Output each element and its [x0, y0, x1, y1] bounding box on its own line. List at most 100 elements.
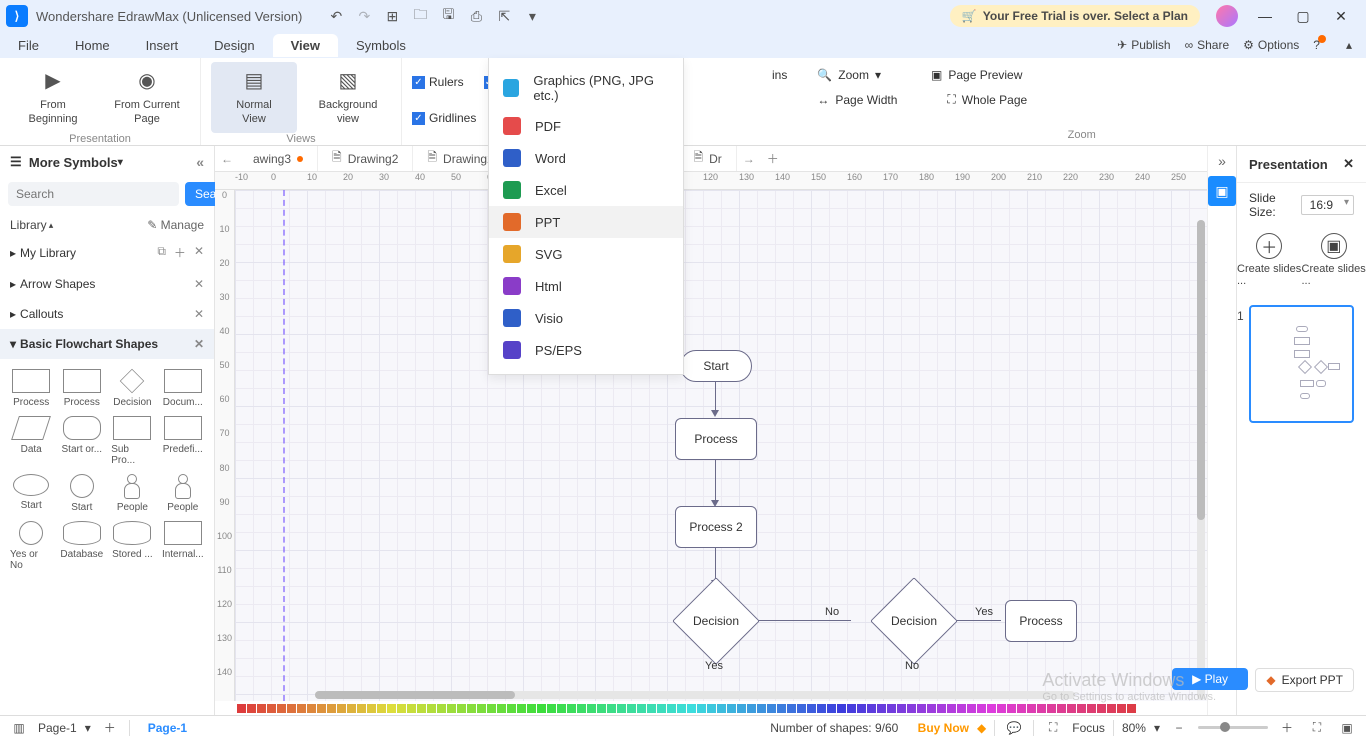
page-margins-fragment[interactable]: ins [772, 68, 787, 82]
color-swatch[interactable] [337, 704, 346, 713]
add-page-icon[interactable]: ＋ [99, 719, 121, 736]
shape-process[interactable]: Process [8, 367, 54, 410]
share-link[interactable]: ∞ Share [1185, 38, 1230, 52]
help-link[interactable]: ? [1313, 38, 1332, 52]
color-swatch[interactable] [1097, 704, 1106, 713]
fc-process-right[interactable]: Process [1005, 600, 1077, 642]
rp-close-icon[interactable]: ✕ [1343, 156, 1354, 172]
color-swatch[interactable] [827, 704, 836, 713]
page-width-btn[interactable]: ↔ Page Width [807, 90, 907, 109]
color-swatch[interactable] [757, 704, 766, 713]
zoom-in-icon[interactable]: ＋ [1276, 719, 1298, 736]
color-swatch[interactable] [317, 704, 326, 713]
tab-scroll-right[interactable]: → [737, 152, 761, 166]
color-swatch[interactable] [297, 704, 306, 713]
color-swatch[interactable] [417, 704, 426, 713]
color-swatch[interactable] [787, 704, 796, 713]
color-swatch[interactable] [677, 704, 686, 713]
color-swatch[interactable] [947, 704, 956, 713]
shape-start[interactable]: Start [58, 472, 105, 515]
color-swatch[interactable] [877, 704, 886, 713]
color-swatch[interactable] [817, 704, 826, 713]
export-item-svg[interactable]: SVG [489, 238, 683, 270]
canvas[interactable]: Start Process Process 2 Decision No Deci… [235, 190, 1207, 701]
shape-sub-pro-[interactable]: Sub Pro... [109, 414, 155, 468]
tab-file[interactable]: File [0, 34, 57, 57]
zoom-btn[interactable]: 🔍 Zoom▾ [807, 66, 891, 84]
undo-icon[interactable]: ↶ [322, 2, 350, 30]
color-swatch[interactable] [1037, 704, 1046, 713]
color-swatch[interactable] [547, 704, 556, 713]
color-swatch[interactable] [937, 704, 946, 713]
color-swatch[interactable] [1047, 704, 1056, 713]
cat-arrow-shapes[interactable]: ▸ Arrow Shapes✕ [0, 269, 214, 299]
right-tab-presentation[interactable]: ▣ [1208, 176, 1236, 206]
color-swatch[interactable] [627, 704, 636, 713]
fullscreen-icon[interactable]: ▣ [1336, 721, 1358, 735]
color-swatch[interactable] [287, 704, 296, 713]
color-swatch[interactable] [987, 704, 996, 713]
doc-tab[interactable]: awing3 [239, 146, 318, 171]
page-nav-icon[interactable]: ▥ [8, 721, 30, 735]
color-swatch[interactable] [1057, 704, 1066, 713]
color-swatch[interactable] [377, 704, 386, 713]
save-icon[interactable]: 🖫 [434, 2, 462, 30]
zoom-label[interactable]: 80% [1122, 721, 1146, 735]
export-item-visio[interactable]: Visio [489, 302, 683, 334]
shape-start-or-[interactable]: Start or... [58, 414, 105, 468]
color-swatch[interactable] [867, 704, 876, 713]
color-swatch[interactable] [647, 704, 656, 713]
trial-banner[interactable]: 🛒 Your Free Trial is over. Select a Plan [950, 5, 1200, 27]
publish-link[interactable]: ✈ Publish [1117, 38, 1170, 52]
open-icon[interactable]: 🗀 [406, 2, 434, 30]
export-item-ps-eps[interactable]: PS/EPS [489, 334, 683, 366]
color-swatch[interactable] [1067, 704, 1076, 713]
shape-docum-[interactable]: Docum... [160, 367, 206, 410]
color-swatch[interactable] [1007, 704, 1016, 713]
color-swatch[interactable] [1127, 704, 1136, 713]
color-swatch[interactable] [517, 704, 526, 713]
minimize-btn[interactable]: — [1246, 2, 1284, 30]
color-swatch[interactable] [327, 704, 336, 713]
color-swatch[interactable] [437, 704, 446, 713]
shape-stored-[interactable]: Stored ... [109, 519, 155, 573]
tab-scroll-left[interactable]: ← [215, 152, 239, 166]
options-link[interactable]: ⚙ Options [1243, 38, 1299, 52]
zoom-slider[interactable] [1198, 726, 1268, 729]
sidebar-collapse-icon[interactable]: « [196, 154, 204, 170]
tab-add[interactable]: ＋ [761, 150, 785, 167]
color-swatch[interactable] [357, 704, 366, 713]
color-swatch[interactable] [607, 704, 616, 713]
color-swatch[interactable] [347, 704, 356, 713]
color-swatch[interactable] [737, 704, 746, 713]
color-swatch[interactable] [267, 704, 276, 713]
color-swatch[interactable] [887, 704, 896, 713]
background-view-btn[interactable]: ▧Background view [305, 62, 391, 133]
horizontal-scrollbar[interactable] [315, 691, 1075, 699]
doc-tab[interactable]: 🗎 Drawing2 [318, 146, 413, 171]
page-nav-label[interactable]: Page-1 [38, 721, 77, 735]
export-item-pdf[interactable]: PDF [489, 110, 683, 142]
avatar[interactable] [1216, 5, 1238, 27]
color-swatch[interactable] [597, 704, 606, 713]
color-swatch[interactable] [247, 704, 256, 713]
export-item-excel[interactable]: Excel [489, 174, 683, 206]
shape-start[interactable]: Start [8, 472, 54, 515]
shape-data[interactable]: Data [8, 414, 54, 468]
gridlines-check[interactable]: ✓Gridlines [412, 104, 476, 132]
rulers-check[interactable]: ✓Rulers [412, 68, 464, 96]
maximize-btn[interactable]: ▢ [1284, 2, 1322, 30]
export-item-graphics-png-jpg-etc-[interactable]: Graphics (PNG, JPG etc.) [489, 66, 683, 110]
fc-decision2[interactable]: Decision [870, 577, 958, 665]
page-tab[interactable]: Page-1 [138, 721, 197, 735]
color-swatch[interactable] [747, 704, 756, 713]
export-item-ppt[interactable]: PPT [489, 206, 683, 238]
color-swatch[interactable] [507, 704, 516, 713]
color-swatch[interactable] [467, 704, 476, 713]
color-swatch[interactable] [587, 704, 596, 713]
color-swatch[interactable] [637, 704, 646, 713]
color-swatch[interactable] [237, 704, 246, 713]
color-strip[interactable] [215, 701, 1207, 715]
color-swatch[interactable] [847, 704, 856, 713]
fit-page-icon[interactable]: ⛶ [1306, 720, 1328, 735]
